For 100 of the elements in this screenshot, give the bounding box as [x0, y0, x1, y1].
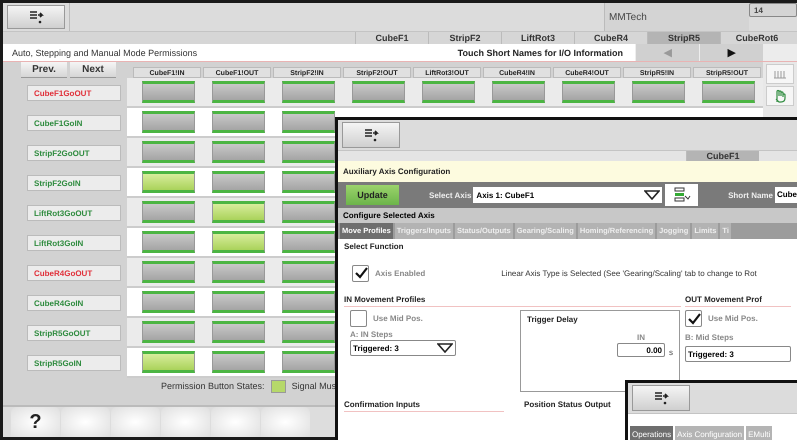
help-mode-button[interactable]	[632, 385, 690, 411]
company-field: MMTech	[604, 3, 749, 31]
panel-title: Auto, Stepping and Manual Mode Permissions	[11, 48, 198, 58]
permission-button[interactable]	[212, 291, 264, 313]
blank-button[interactable]	[111, 407, 160, 437]
row-label[interactable]: LiftRot3GoOUT	[27, 205, 121, 221]
row-label[interactable]: StripF2GoOUT	[27, 145, 121, 161]
comb-icon[interactable]	[766, 64, 794, 84]
permission-button[interactable]	[142, 291, 194, 313]
permission-button[interactable]	[142, 141, 194, 163]
update-button[interactable]: Update	[346, 185, 400, 205]
blank-button[interactable]	[261, 407, 310, 437]
window-title: Auxiliary Axis Configuration	[338, 161, 797, 182]
dropdown-arrow-icon	[437, 343, 453, 353]
row-label[interactable]: CubeR4GoOUT	[27, 265, 121, 281]
permission-button[interactable]	[282, 321, 334, 343]
checkbox-label: Use Mid Pos.	[708, 314, 758, 323]
section-heading: Select Function	[344, 242, 405, 251]
window-tab[interactable]: Operations	[630, 426, 674, 440]
station-tab[interactable]: StripR5	[647, 32, 720, 44]
blank-button[interactable]	[211, 407, 260, 437]
permission-button[interactable]	[282, 261, 334, 283]
permission-button[interactable]	[562, 81, 614, 103]
permission-button[interactable]	[212, 111, 264, 133]
permission-button[interactable]	[212, 231, 264, 253]
row-label[interactable]: CubeF1GoOUT	[27, 85, 121, 101]
permission-button[interactable]	[142, 171, 194, 193]
short-name-field[interactable]: Cube	[774, 187, 797, 203]
station-tab[interactable]: CubeF1	[686, 151, 759, 161]
permission-button[interactable]	[632, 81, 684, 103]
checkbox[interactable]	[350, 310, 367, 327]
steps-dropdown[interactable]: Triggered: 3	[685, 346, 791, 362]
checkbox[interactable]	[685, 310, 702, 327]
blank-button[interactable]	[61, 407, 110, 437]
legend-text: Signal Mus	[292, 381, 336, 391]
permission-button[interactable]	[282, 351, 334, 373]
permission-button[interactable]	[142, 261, 194, 283]
permission-button[interactable]	[282, 231, 334, 253]
checkbox-label: Use Mid Pos.	[373, 314, 423, 323]
number-field: 14	[749, 3, 797, 17]
field-label: A: IN Steps	[350, 330, 394, 339]
steps-dropdown[interactable]: Triggered: 3	[350, 340, 456, 356]
help-mode-button[interactable]	[7, 5, 65, 29]
section-heading: Position Status Output	[524, 400, 611, 411]
hand-icon[interactable]	[766, 86, 794, 106]
field-label: B: Mid Steps	[685, 333, 734, 342]
permission-button[interactable]	[212, 141, 264, 163]
permission-button[interactable]	[282, 111, 334, 133]
section-header: Configure Selected Axis	[338, 208, 797, 223]
hint-text: Touch Short Names for I/O Information	[458, 48, 624, 58]
permission-button[interactable]	[282, 81, 334, 103]
row-label[interactable]: CubeR4GoIN	[27, 295, 121, 311]
select-axis-label: Select Axis	[429, 190, 472, 200]
legend-swatch	[270, 380, 286, 392]
checkbox-label: Axis Enabled	[375, 268, 426, 278]
permission-button[interactable]	[142, 111, 194, 133]
axis-type-note: Linear Axis Type is Selected (See 'Gearing/Scaling' tab to change to Rot	[501, 268, 757, 278]
permission-button[interactable]	[212, 321, 264, 343]
permission-button[interactable]	[282, 291, 334, 313]
permission-button[interactable]	[142, 351, 194, 373]
permission-button[interactable]	[142, 231, 194, 253]
permission-button[interactable]	[142, 81, 194, 103]
legend-label: Permission Button States:	[161, 381, 265, 391]
row-label[interactable]: StripF2GoIN	[27, 175, 121, 191]
unit-label: s	[669, 348, 673, 357]
column-label: IN	[637, 333, 645, 342]
row-label[interactable]: StripR5GoOUT	[27, 325, 121, 341]
permission-button[interactable]	[212, 261, 264, 283]
blank-button[interactable]	[161, 407, 210, 437]
delay-input[interactable]: 0.00	[617, 343, 665, 357]
permission-button[interactable]	[282, 171, 334, 193]
permission-button[interactable]	[352, 81, 404, 103]
lines-arrow-icon	[363, 128, 379, 142]
lines-arrow-icon	[28, 10, 44, 24]
help-mode-button[interactable]	[342, 122, 400, 148]
permission-button[interactable]	[282, 141, 334, 163]
permission-button[interactable]	[702, 81, 754, 103]
permission-button[interactable]	[422, 81, 474, 103]
next-button[interactable]: Next	[70, 62, 116, 78]
section-heading: Confirmation Inputs	[344, 400, 504, 412]
permission-button[interactable]	[142, 201, 194, 223]
permission-button[interactable]	[492, 81, 544, 103]
row-label[interactable]: CubeF1GoIN	[27, 115, 121, 131]
section-heading: OUT Movement Prof	[685, 295, 791, 307]
prev-button[interactable]: Prev.	[21, 62, 67, 78]
axis-dropdown[interactable]: Axis 1: CubeF1	[473, 187, 662, 203]
row-label[interactable]: LiftRot3GoIN	[27, 235, 121, 251]
section-heading: IN Movement Profiles	[344, 295, 681, 307]
permission-button[interactable]	[212, 171, 264, 193]
permission-button[interactable]	[212, 81, 264, 103]
list-check-icon[interactable]	[665, 184, 698, 206]
permission-button[interactable]	[282, 201, 334, 223]
lines-arrow-icon	[653, 391, 669, 405]
short-name-label: Short Name	[728, 190, 773, 200]
permission-button[interactable]	[142, 321, 194, 343]
checkbox[interactable]	[352, 264, 369, 282]
help-button[interactable]: ?	[11, 407, 60, 437]
permission-button[interactable]	[212, 351, 264, 373]
permission-button[interactable]	[212, 201, 264, 223]
row-label[interactable]: StripR5GoIN	[27, 355, 121, 371]
